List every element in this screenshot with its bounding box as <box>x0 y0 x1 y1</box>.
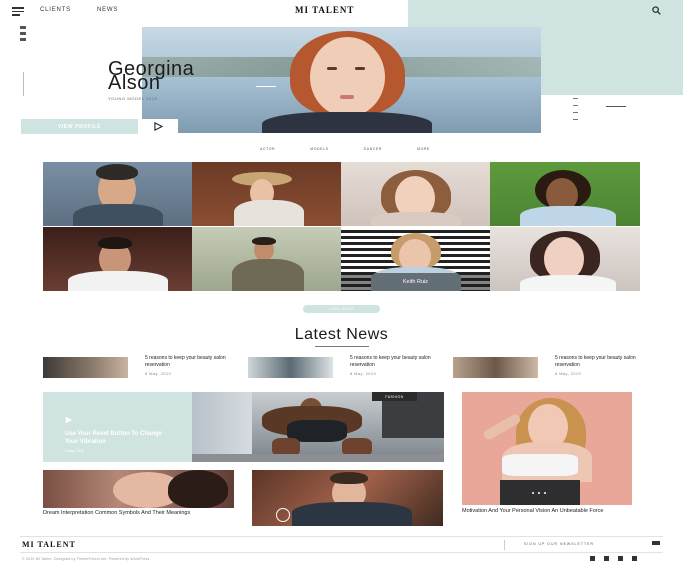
search-icon[interactable] <box>652 6 661 15</box>
newsletter-submit-icon[interactable] <box>652 541 660 545</box>
filter-actor[interactable]: ACTOR <box>260 147 275 151</box>
slide-indicator-2[interactable] <box>573 105 578 106</box>
side-news-dots <box>532 492 546 494</box>
twitter-icon[interactable] <box>604 556 609 561</box>
bottom-news-photo-1[interactable] <box>43 470 234 508</box>
feature-news-badge: FASHION <box>372 392 417 401</box>
slider-dot-3[interactable] <box>544 492 546 494</box>
slide-indicator-3[interactable] <box>573 112 578 113</box>
side-divider <box>23 72 24 96</box>
pinterest-icon[interactable] <box>632 556 637 561</box>
view-profile-button[interactable]: VIEW PROFILE <box>21 119 138 134</box>
play-icon <box>65 416 73 424</box>
load-more-label: LOAD MORE <box>328 307 355 311</box>
news-item-2[interactable]: 5 reasons to keep your beauty salon rese… <box>350 355 445 376</box>
news-item-1[interactable]: 5 reasons to keep your beauty salon rese… <box>145 355 240 376</box>
hero-accent-line <box>256 86 276 87</box>
side-news-caption[interactable]: Motivation And Your Personal Vision An U… <box>462 508 637 515</box>
news-item-3[interactable]: 5 reasons to keep your beauty salon rese… <box>555 355 650 376</box>
news-item-3-title: 5 reasons to keep your beauty salon rese… <box>555 355 636 368</box>
footer-newsletter-label[interactable]: SIGN UP OUR NEWSLETTER <box>524 542 594 546</box>
filter-bar: ACTOR MODELS DANCER MORE <box>260 147 430 151</box>
news-thumb-2[interactable] <box>248 357 333 378</box>
hero-last-name: Alson <box>108 72 161 94</box>
talent-card-caption-label: Keith Ruiz <box>402 279 429 285</box>
filter-models[interactable]: MODELS <box>310 147 328 151</box>
hero-photo <box>142 27 541 133</box>
feature-news-date: 8 May, 2019 <box>65 449 85 453</box>
talent-card-5[interactable] <box>43 227 192 291</box>
footer-copyright: © 2019 MI Talent. Designed by ThemeFores… <box>22 557 151 561</box>
news-item-3-date: 8 May, 2019 <box>555 371 582 376</box>
news-thumb-3[interactable] <box>453 357 538 378</box>
filter-more[interactable]: MORE <box>417 147 430 151</box>
site-logo[interactable]: MI TALENT <box>295 5 354 15</box>
footer-logo[interactable]: MI TALENT <box>22 540 76 549</box>
view-profile-label: VIEW PROFILE <box>57 123 102 130</box>
footer-social-icons <box>590 556 637 561</box>
news-item-2-title: 5 reasons to keep your beauty salon rese… <box>350 355 431 368</box>
nav-clients[interactable]: CLIENTS <box>40 7 71 13</box>
talent-card-7[interactable]: Keith Ruiz <box>341 227 490 291</box>
hero-subtitle: YOUNG MODEL 2019 <box>108 96 158 101</box>
filter-dancer[interactable]: DANCER <box>364 147 382 151</box>
social-icon-3[interactable] <box>20 38 26 41</box>
instagram-icon[interactable] <box>618 556 623 561</box>
side-news-photo[interactable] <box>462 392 632 505</box>
talent-card-1[interactable] <box>43 162 192 226</box>
play-button[interactable] <box>138 119 178 134</box>
talent-card-8[interactable] <box>490 227 640 291</box>
nav-news[interactable]: NEWS <box>97 7 118 13</box>
news-thumb-1[interactable] <box>43 357 128 378</box>
feature-news-card[interactable]: Use Your Reset Button To Change Your Vib… <box>43 392 192 462</box>
facebook-icon[interactable] <box>590 556 595 561</box>
slider-dot-2[interactable] <box>538 492 540 494</box>
play-icon <box>153 122 163 131</box>
footer-divider-bottom <box>20 552 663 553</box>
news-item-2-date: 8 May, 2019 <box>350 371 377 376</box>
social-icon-2[interactable] <box>20 32 26 35</box>
slide-indicator-4[interactable] <box>573 119 578 120</box>
hero-slider-nav <box>573 98 633 120</box>
news-title-underline <box>315 346 369 347</box>
feature-news-badge-label: FASHION <box>385 394 404 399</box>
slide-progress-line <box>606 106 626 107</box>
footer-divider-top <box>20 536 663 537</box>
slider-dot-1[interactable] <box>532 492 534 494</box>
social-icon-1[interactable] <box>20 26 26 29</box>
footer-vertical-divider <box>504 540 505 550</box>
talent-card-3[interactable] <box>341 162 490 226</box>
menu-icon[interactable] <box>12 7 24 16</box>
bottom-news-caption-1[interactable]: Dream Interpretation Common Symbols And … <box>43 510 238 517</box>
news-item-1-date: 8 May, 2019 <box>145 371 172 376</box>
news-section-title: Latest News <box>294 326 389 343</box>
talent-card-6[interactable] <box>192 227 341 291</box>
news-item-1-title: 5 reasons to keep your beauty salon rese… <box>145 355 226 368</box>
feature-news-title: Use Your Reset Button To Change Your Vib… <box>65 431 163 445</box>
video-play-icon[interactable] <box>276 508 290 522</box>
feature-news-photo[interactable]: FASHION <box>192 392 444 462</box>
talent-card-2[interactable] <box>192 162 341 226</box>
load-more-button[interactable]: LOAD MORE <box>303 305 380 313</box>
talent-card-caption: Keith Ruiz <box>341 273 490 291</box>
slide-indicator-1[interactable] <box>573 98 578 99</box>
talent-card-4[interactable] <box>490 162 640 226</box>
bottom-news-photo-2[interactable] <box>252 470 443 526</box>
social-icons-column <box>20 26 30 41</box>
